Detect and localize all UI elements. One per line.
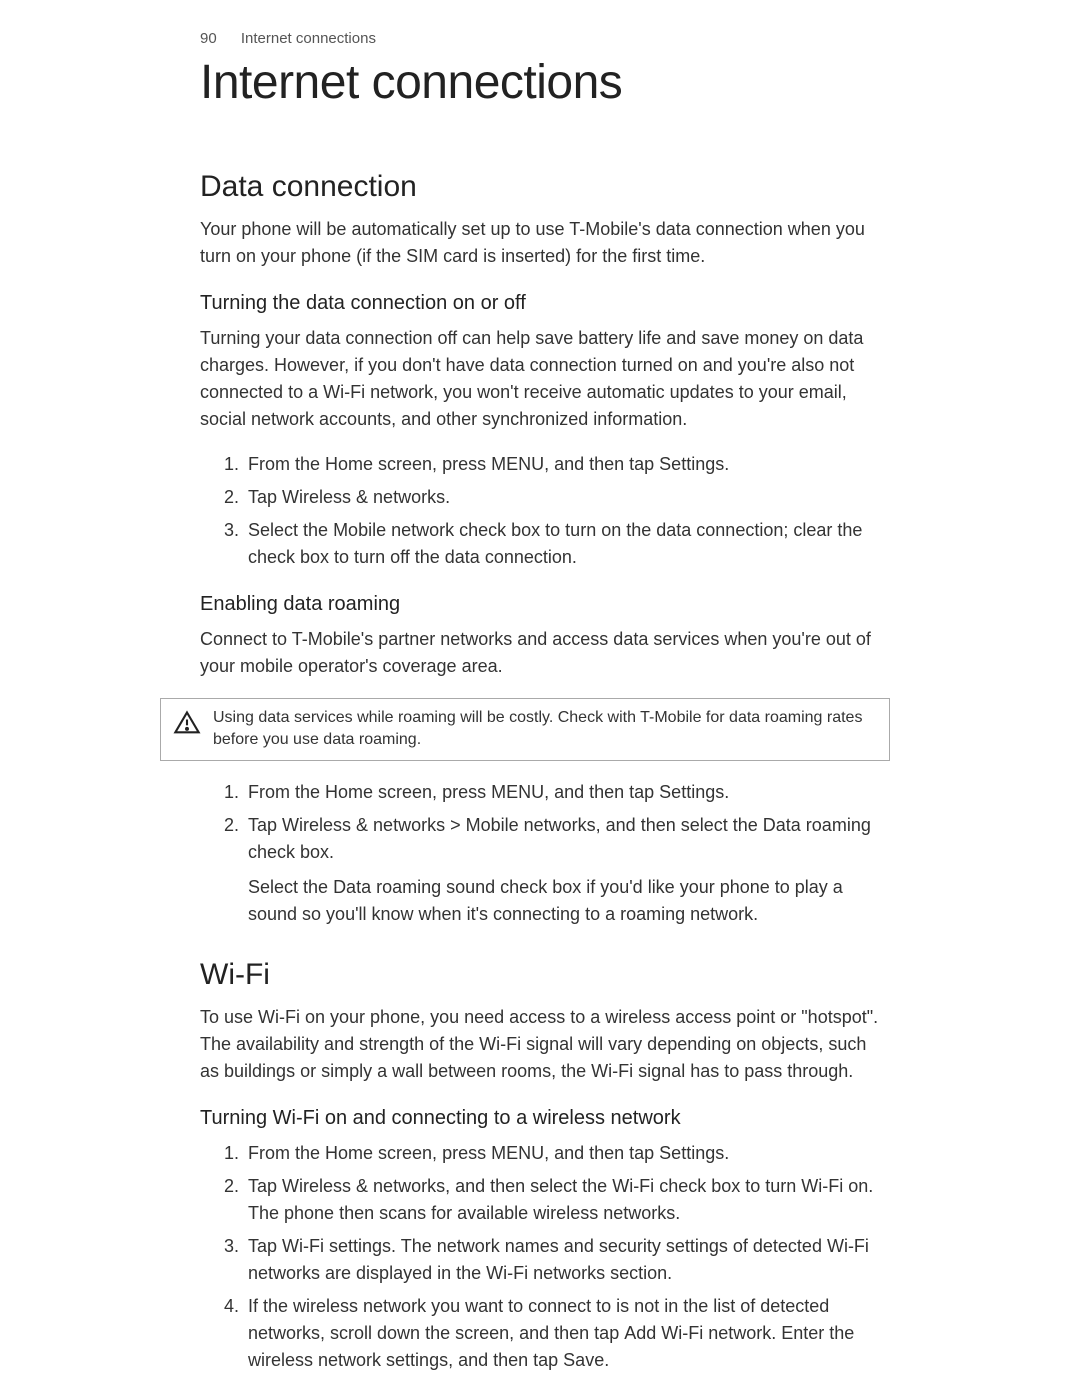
section-data-connection: Data connection [200,170,890,204]
list-item: If the wireless network you want to conn… [244,1293,890,1374]
page-header: 90 Internet connections [200,30,890,47]
list-item: Tap Wi-Fi settings. The network names an… [244,1233,890,1287]
list-item: Tap Wireless & networks, and then select… [244,1173,890,1227]
list-item: Tap Wireless & networks. [244,484,890,511]
body-paragraph: Turning your data connection off can hel… [200,325,890,433]
page-number: 90 [200,30,217,47]
body-paragraph: To use Wi-Fi on your phone, you need acc… [200,1004,890,1085]
sub-paragraph: Select the Data roaming sound check box … [248,874,890,928]
section-wifi: Wi-Fi [200,958,890,992]
step-list: From the Home screen, press MENU, and th… [200,779,890,928]
list-item: Select the Mobile network check box to t… [244,517,890,571]
warning-box: Using data services while roaming will b… [160,698,890,761]
body-paragraph: Your phone will be automatically set up … [200,216,890,270]
warning-icon [173,709,201,742]
list-item: From the Home screen, press MENU, and th… [244,451,890,478]
breadcrumb: Internet connections [241,30,376,47]
step-list: From the Home screen, press MENU, and th… [200,451,890,571]
subsection-turning-wifi: Turning Wi-Fi on and connecting to a wir… [200,1107,890,1130]
warning-text: Using data services while roaming will b… [213,707,877,752]
chapter-title: Internet connections [200,55,890,110]
list-item: Tap Wireless & networks > Mobile network… [244,812,890,928]
list-item: From the Home screen, press MENU, and th… [244,1140,890,1167]
body-paragraph: Connect to T-Mobile's partner networks a… [200,626,890,680]
list-item: From the Home screen, press MENU, and th… [244,779,890,806]
subsection-enabling-roaming: Enabling data roaming [200,593,890,616]
step-list: From the Home screen, press MENU, and th… [200,1140,890,1374]
subsection-turning-data: Turning the data connection on or off [200,292,890,315]
